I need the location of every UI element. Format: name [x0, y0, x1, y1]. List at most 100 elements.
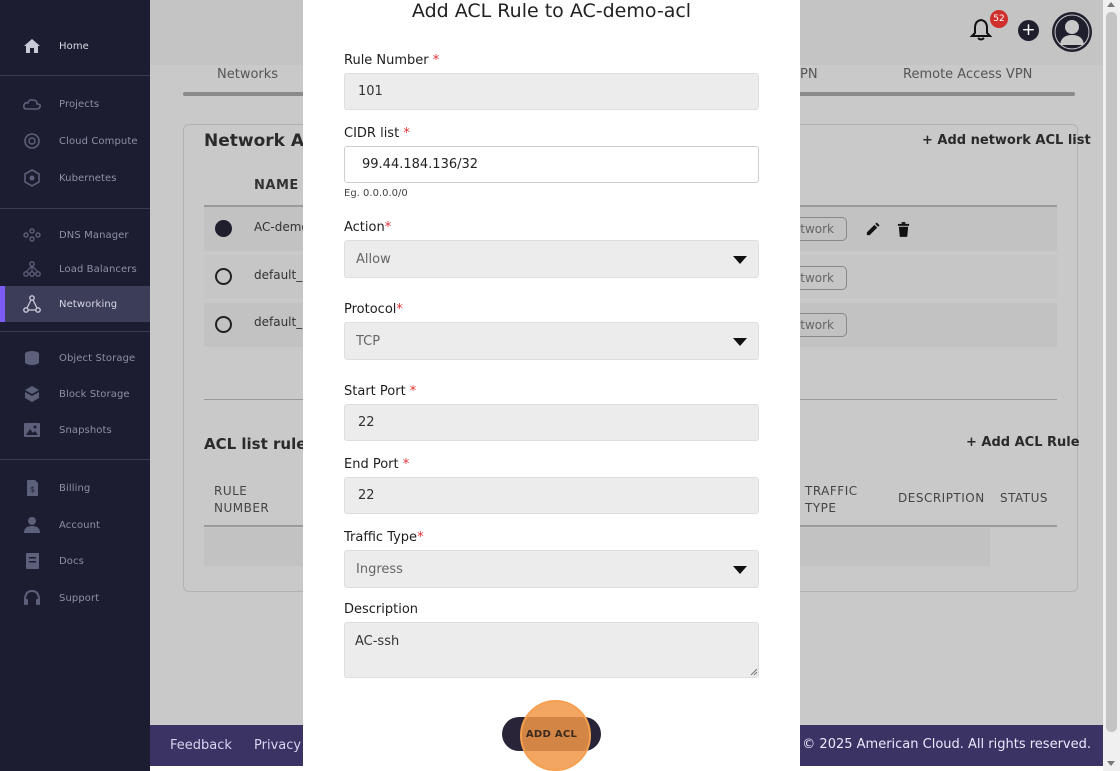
avatar[interactable] [1052, 12, 1092, 52]
sidebar-item-label: Snapshots [59, 424, 112, 436]
description-textarea[interactable]: AC-ssh [344, 622, 759, 678]
sidebar: Home Projects Cloud Compute Kubernetes D… [0, 0, 150, 771]
scrollbar-thumb[interactable] [1106, 12, 1117, 732]
sidebar-item-projects[interactable]: Projects [0, 86, 150, 122]
cloud-icon [23, 99, 41, 110]
sidebar-item-block-storage[interactable]: Block Storage [0, 376, 150, 412]
scroll-down-arrow-icon[interactable] [1107, 761, 1115, 766]
protocol-label: Protocol* [344, 302, 403, 317]
sidebar-item-docs[interactable]: Docs [0, 543, 150, 579]
sidebar-item-label: DNS Manager [59, 229, 129, 241]
sidebar-item-label: Block Storage [59, 388, 130, 400]
cidr-hint: Eg. 0.0.0.0/0 [344, 188, 408, 199]
sidebar-item-cloud-compute[interactable]: Cloud Compute [0, 123, 150, 159]
tab-remote-access-vpn[interactable]: Remote Access VPN [903, 67, 1032, 82]
add-acl-button-label[interactable]: ADD ACL [502, 717, 601, 751]
required-marker: * [409, 384, 417, 399]
description-label: Description [344, 602, 419, 617]
network-button-label: twork [800, 271, 834, 285]
plus-icon: + [1021, 20, 1036, 40]
resize-grip-icon[interactable] [750, 668, 758, 676]
tab-networks[interactable]: Networks [217, 67, 278, 82]
sidebar-item-label: Billing [59, 482, 91, 494]
label-text: Start Port [344, 384, 410, 399]
copyright-text: © 2025 American Cloud. All rights reserv… [802, 737, 1091, 752]
object-storage-icon [25, 351, 39, 365]
traffic-type-label: Traffic Type* [344, 530, 424, 545]
sidebar-divider [0, 331, 150, 332]
delete-icon[interactable] [897, 222, 910, 237]
sidebar-item-dns-manager[interactable]: DNS Manager [0, 217, 150, 253]
home-icon [24, 39, 40, 53]
row-radio[interactable] [215, 268, 232, 285]
add-network-acl-list-button[interactable]: + Add network ACL list [922, 133, 1091, 148]
headset-icon [24, 589, 40, 605]
status-column-header: STATUS [1000, 491, 1049, 505]
protocol-selected-value: TCP [356, 333, 381, 349]
image-icon [24, 423, 40, 437]
required-marker: * [384, 220, 392, 235]
notification-badge: 52 [990, 10, 1008, 28]
sidebar-divider [0, 459, 150, 460]
name-column-header: NAME [254, 178, 299, 193]
svg-text:$: $ [30, 485, 35, 494]
row-name: default_a [254, 268, 310, 282]
rule-number-input[interactable]: 101 [344, 73, 759, 110]
action-label: Action* [344, 220, 391, 235]
sidebar-divider [0, 75, 150, 76]
rule-number-label: Rule Number * [344, 53, 439, 68]
action-select[interactable]: Allow [344, 240, 759, 278]
sidebar-item-label: Kubernetes [59, 172, 117, 184]
end-port-label: End Port * [344, 457, 409, 472]
feedback-link[interactable]: Feedback [170, 738, 232, 753]
sidebar-item-billing[interactable]: $ Billing [0, 470, 150, 506]
rule-number-column-header: RULE NUMBER [214, 484, 270, 515]
label-text: Protocol [344, 302, 397, 317]
sidebar-item-account[interactable]: Account [0, 507, 150, 543]
protocol-select[interactable]: TCP [344, 322, 759, 360]
row-name: default_d [254, 315, 310, 329]
user-avatar-icon [1054, 14, 1090, 50]
cidr-list-input[interactable]: 99.44.184.136/32 [344, 146, 759, 183]
row-name: AC-demo [254, 220, 309, 234]
required-marker: * [432, 53, 440, 68]
add-acl-rule-button[interactable]: + Add ACL Rule [966, 435, 1080, 450]
user-icon [24, 517, 40, 533]
network-button-label: twork [800, 318, 834, 332]
label-text: CIDR list [344, 126, 404, 141]
kubernetes-icon [24, 169, 40, 187]
sidebar-item-label: Object Storage [59, 352, 136, 364]
scroll-up-arrow-icon[interactable] [1107, 2, 1115, 7]
sidebar-item-label: Projects [59, 98, 100, 110]
sidebar-item-networking[interactable]: Networking [0, 286, 150, 322]
sidebar-item-object-storage[interactable]: Object Storage [0, 340, 150, 376]
sidebar-item-home[interactable]: Home [0, 28, 150, 64]
sidebar-item-snapshots[interactable]: Snapshots [0, 412, 150, 448]
sidebar-divider [0, 208, 150, 209]
label-text: Rule Number [344, 53, 433, 68]
required-marker: * [417, 530, 424, 545]
active-indicator [0, 286, 5, 322]
required-marker: * [396, 302, 403, 317]
start-port-label: Start Port * [344, 384, 416, 399]
row-radio-selected[interactable] [215, 220, 232, 237]
sidebar-item-support[interactable]: Support [0, 580, 150, 616]
traffic-type-select[interactable]: Ingress [344, 550, 759, 588]
description-column-header: DESCRIPTION [898, 491, 985, 505]
row-radio[interactable] [215, 316, 232, 333]
sidebar-item-label: Account [59, 519, 101, 531]
end-port-input[interactable]: 22 [344, 477, 759, 514]
sidebar-item-label: Docs [59, 555, 84, 567]
action-selected-value: Allow [356, 251, 391, 267]
edit-icon[interactable] [865, 222, 880, 237]
label-text: End Port [344, 457, 403, 472]
add-resource-button[interactable]: + [1018, 20, 1039, 41]
tab-vpn[interactable]: PN [800, 67, 818, 82]
sidebar-item-kubernetes[interactable]: Kubernetes [0, 160, 150, 196]
cidr-list-label: CIDR list * [344, 126, 410, 141]
start-port-input[interactable]: 22 [344, 404, 759, 441]
sidebar-item-label: Load Balancers [59, 263, 137, 275]
chevron-down-icon [733, 566, 747, 574]
sidebar-item-load-balancers[interactable]: Load Balancers [0, 251, 150, 287]
required-marker: * [403, 126, 410, 141]
